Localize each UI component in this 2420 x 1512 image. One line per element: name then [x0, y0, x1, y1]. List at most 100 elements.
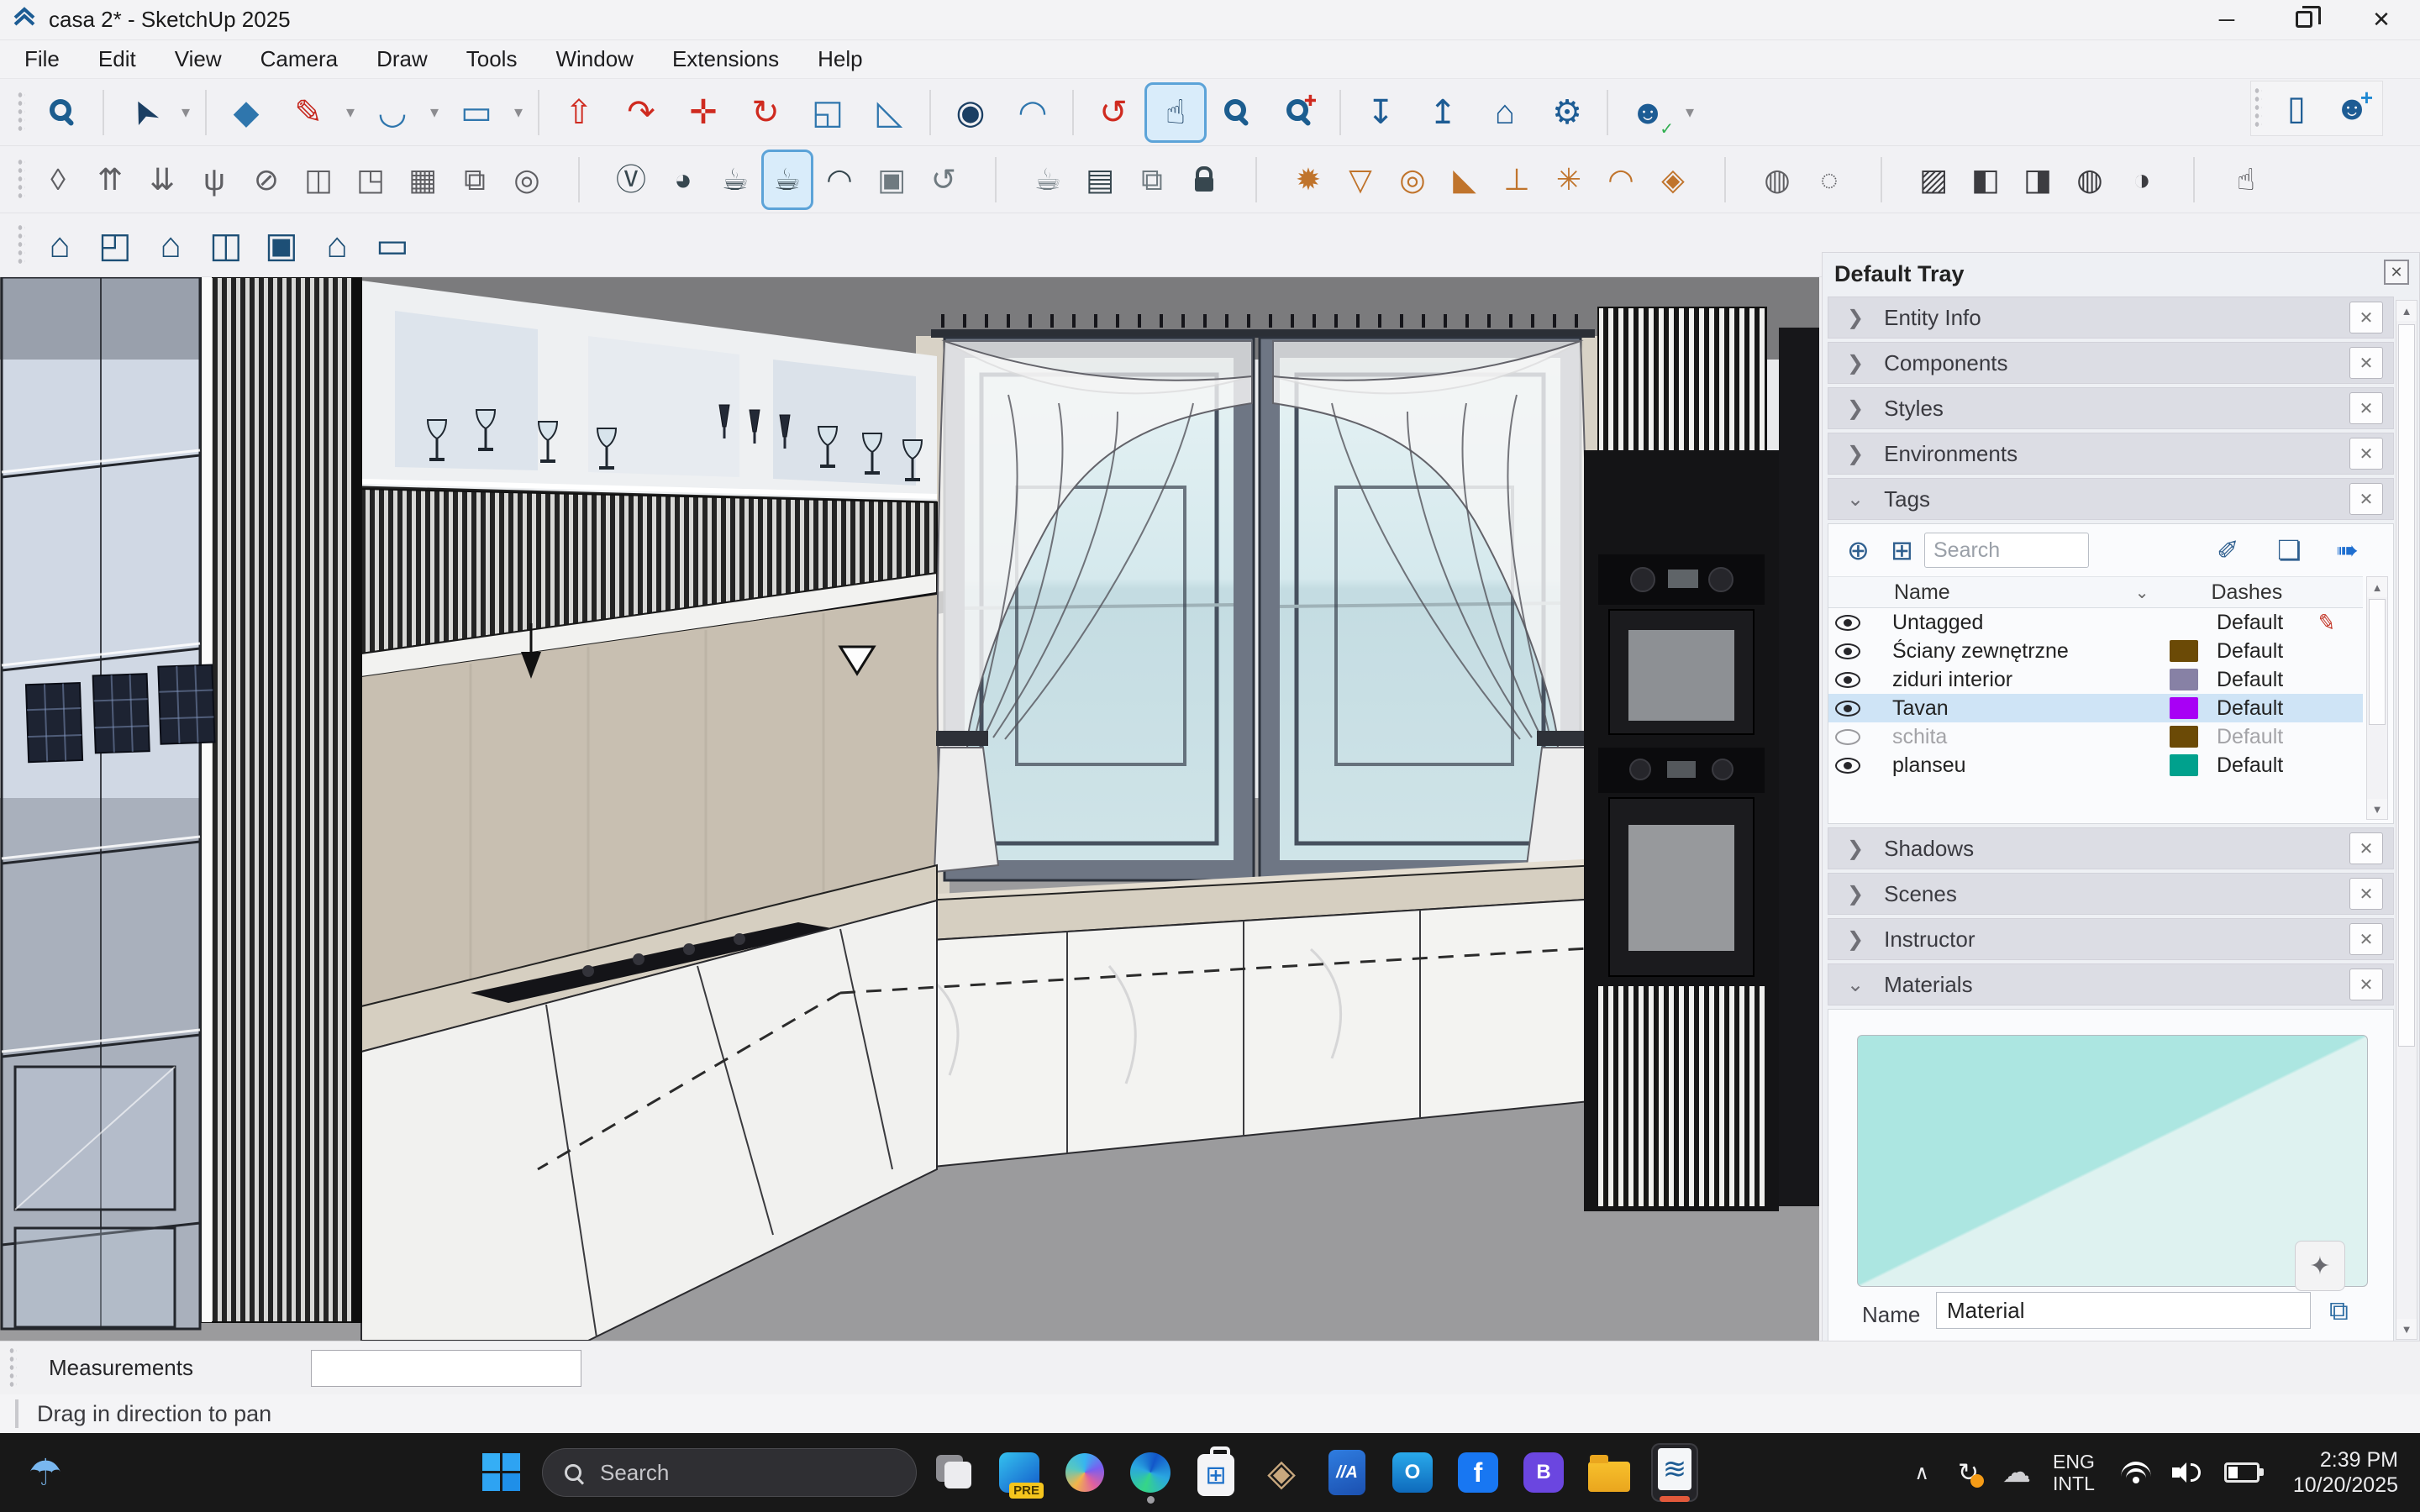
eye-frame-icon[interactable]: ◎ — [501, 150, 553, 210]
tag-color-swatch[interactable] — [2170, 726, 2198, 748]
right-view-icon[interactable]: ◫ — [198, 215, 254, 276]
account-dropdown-icon[interactable]: ▾ — [1679, 82, 1701, 143]
battery-icon[interactable] — [2224, 1462, 2260, 1483]
toolbar-drag-handle[interactable] — [17, 91, 25, 134]
tray-section-header[interactable]: ❯ Instructor ✕ — [1828, 918, 2394, 960]
top-view-icon[interactable]: ◰ — [87, 215, 143, 276]
preview-app-button[interactable]: PRE — [993, 1441, 1045, 1504]
tag-row[interactable]: Ściany zewnętrzne Default ✎ — [1828, 637, 2363, 665]
uv-cube-icon[interactable]: ◨ — [2012, 150, 2064, 210]
vray-sun-icon[interactable]: ✹ — [1282, 150, 1334, 210]
3d-warehouse-icon[interactable]: ↧ — [1349, 82, 1412, 143]
scroll-up-icon[interactable]: ▲ — [2367, 577, 2387, 597]
menu-item[interactable]: Tools — [447, 40, 537, 78]
visibility-eye-icon[interactable] — [1828, 672, 1867, 688]
tape-measure-icon[interactable]: ◺ — [859, 82, 921, 143]
duplicate-material-icon[interactable]: ⧉ — [2329, 1295, 2349, 1327]
arc-icon[interactable]: ◡ — [361, 82, 424, 143]
walk-icon[interactable]: ◠ — [1002, 82, 1064, 143]
move-icon[interactable]: ✛ — [672, 82, 734, 143]
toolbar-icon[interactable] — [1699, 150, 1751, 210]
sync-status-icon[interactable]: ↻ — [1958, 1458, 1979, 1488]
box-export-icon[interactable]: ⇈ — [84, 150, 136, 210]
section-close-button[interactable]: ✕ — [2349, 969, 2383, 1000]
section-tool-icon[interactable]: ◊ — [32, 150, 84, 210]
tag-row[interactable]: Untagged Default ✎ — [1828, 608, 2363, 637]
checker-sphere-icon[interactable]: ◍ — [2064, 150, 2116, 210]
toolbar-drag-handle[interactable] — [2254, 87, 2262, 130]
tag-row[interactable]: planseu Default ✎ — [1828, 751, 2363, 780]
vray-proxy-icon[interactable]: ◌ — [1803, 150, 1855, 210]
split-window-icon[interactable]: ◫ — [292, 150, 345, 210]
orbit-icon[interactable]: ↺ — [1082, 82, 1144, 143]
left-view-icon[interactable]: ⌂ — [309, 215, 365, 276]
vray-render-interactive-icon[interactable]: ☕ — [761, 150, 813, 210]
sketchup-taskbar-button[interactable] — [1649, 1441, 1701, 1504]
menu-item[interactable]: Window — [536, 40, 652, 78]
facebook-button[interactable]: f — [1452, 1441, 1504, 1504]
box-import-icon[interactable]: ⇊ — [136, 150, 188, 210]
extension-warehouse-icon[interactable]: ⌂ — [1474, 82, 1536, 143]
toolbar-icon[interactable] — [1598, 82, 1617, 143]
tag-color-swatch[interactable] — [2170, 669, 2198, 690]
push-pull-icon[interactable]: ⇧ — [548, 82, 610, 143]
add-tag-icon[interactable]: ⊕ — [1847, 534, 1870, 566]
tray-section-header-tags[interactable]: ⌄ Tags ✕ — [1828, 478, 2394, 520]
toolbar-icon[interactable] — [529, 82, 548, 143]
toolbar-icon[interactable] — [921, 82, 939, 143]
follow-me-icon[interactable]: ↷ — [610, 82, 672, 143]
line-dropdown-icon[interactable]: ▾ — [339, 82, 361, 143]
restore-button[interactable] — [2265, 0, 2343, 39]
clock[interactable]: 2:39 PM 10/20/2025 — [2293, 1447, 2398, 1498]
zoom-window-icon[interactable] — [32, 82, 94, 143]
vray-sphere-light-icon[interactable]: ◎ — [1386, 150, 1439, 210]
tag-details-icon[interactable]: ➠ — [2336, 534, 2359, 566]
vray-logo-icon[interactable]: Ⓥ — [605, 150, 657, 210]
file-explorer-button[interactable] — [1583, 1441, 1635, 1504]
vray-ies-light-icon[interactable]: ⊥ — [1491, 150, 1543, 210]
tag-color-swatch[interactable] — [2170, 697, 2198, 719]
material-preview[interactable]: ✦ — [1857, 1035, 2368, 1287]
minimize-button[interactable]: ─ — [2188, 0, 2265, 39]
rotate-icon[interactable]: ↻ — [734, 82, 797, 143]
vray-spot-light-icon[interactable]: ◣ — [1439, 150, 1491, 210]
scroll-down-icon[interactable]: ▼ — [2367, 799, 2387, 819]
menu-item[interactable]: File — [5, 40, 79, 78]
add-tag-folder-icon[interactable]: ⊞ — [1891, 534, 1913, 566]
section-close-button[interactable]: ✕ — [2349, 438, 2383, 470]
vray-omni-light-icon[interactable]: ✳ — [1543, 150, 1595, 210]
vray-frame-buffer-icon[interactable]: ▣ — [865, 150, 918, 210]
menu-item[interactable]: Help — [798, 40, 881, 78]
menu-item[interactable]: Edit — [79, 40, 155, 78]
toolbar-icon[interactable] — [553, 150, 605, 210]
statusbar-drag-handle[interactable] — [8, 1347, 17, 1390]
menu-item[interactable]: View — [155, 40, 241, 78]
visibility-eye-icon[interactable] — [1828, 615, 1867, 631]
visibility-eye-icon[interactable] — [1828, 643, 1867, 659]
toolbar-drag-handle[interactable] — [17, 223, 25, 267]
cube-app-button[interactable] — [1255, 1441, 1307, 1504]
vray-infinite-plane-icon[interactable]: ◍ — [1751, 150, 1803, 210]
stacked-frames-icon[interactable]: ⧉ — [449, 150, 501, 210]
vray-lock-camera-icon[interactable] — [1178, 150, 1230, 210]
section-close-button[interactable]: ✕ — [2349, 347, 2383, 379]
toolbar-icon[interactable] — [197, 82, 215, 143]
section-close-button[interactable]: ✕ — [2349, 923, 2383, 955]
visibility-eye-icon[interactable] — [1828, 729, 1867, 745]
vray-file-manager-icon[interactable]: ▤ — [1074, 150, 1126, 210]
tags-table-header[interactable]: Name ⌄ Dashes — [1828, 576, 2363, 608]
tag-color-swatch[interactable] — [2170, 754, 2198, 776]
eraser-icon[interactable]: ◆ — [215, 82, 277, 143]
account-icon[interactable]: ☻ — [1617, 82, 1679, 143]
scroll-up-icon[interactable]: ▲ — [2396, 301, 2417, 321]
back-view-icon[interactable]: ▣ — [254, 215, 309, 276]
share-model-icon[interactable]: ↥ — [1412, 82, 1474, 143]
toolbar-icon[interactable] — [1855, 150, 1907, 210]
tag-row[interactable]: schita Default ✎ — [1828, 722, 2363, 751]
toolbar-icon[interactable] — [970, 150, 1022, 210]
arc-dropdown-icon[interactable]: ▾ — [424, 82, 445, 143]
vray-mesh-light-icon[interactable]: ◈ — [1647, 150, 1699, 210]
toolbar-icon[interactable] — [2168, 150, 2220, 210]
tag-tool-icon[interactable]: ❏ — [2277, 534, 2302, 566]
shape-dropdown-icon[interactable]: ▾ — [508, 82, 529, 143]
